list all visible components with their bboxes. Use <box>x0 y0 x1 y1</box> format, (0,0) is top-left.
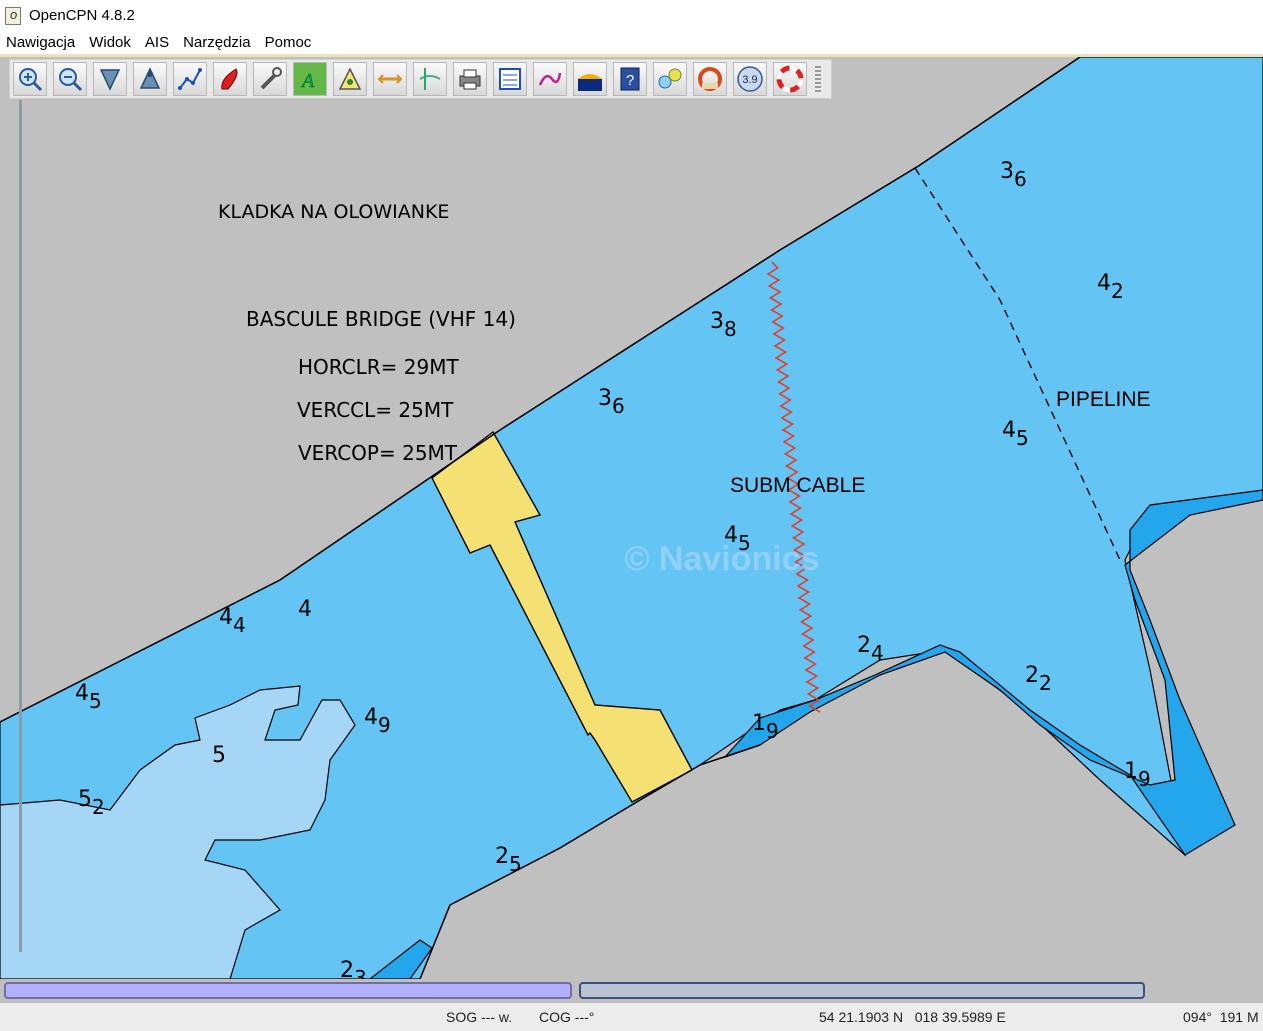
boat-icon <box>221 68 238 90</box>
label-verccl: VERCCL= 25MT <box>297 398 454 422</box>
route-manager-icon <box>499 68 521 90</box>
text-button[interactable]: A <box>293 62 327 96</box>
menu-narzedzia[interactable]: Narzędzia <box>183 34 251 51</box>
mob-icon <box>698 67 722 91</box>
route-icon <box>178 68 202 90</box>
label-subm-cable: SUBM CABLE <box>730 474 865 497</box>
svg-text:?: ? <box>626 72 634 89</box>
route-manager-button[interactable] <box>493 62 527 96</box>
status-position: 54 21.1903 N 018 39.5989 E <box>819 1009 1006 1025</box>
toolbar-grip[interactable] <box>815 66 821 92</box>
lifebuoy-button[interactable] <box>773 62 807 96</box>
svg-text:3.9: 3.9 <box>742 74 757 86</box>
scale-down-button[interactable] <box>93 62 127 96</box>
print-button[interactable] <box>453 62 487 96</box>
settings-button[interactable] <box>253 62 287 96</box>
mob-button[interactable] <box>693 62 727 96</box>
print-icon <box>459 69 481 90</box>
app-icon <box>3 5 23 25</box>
depth-sounding: 4 <box>298 597 312 622</box>
menu-widok[interactable]: Widok <box>89 34 131 51</box>
label-pipeline: PIPELINE <box>1056 388 1151 411</box>
measure-button[interactable] <box>413 62 447 96</box>
scale-up-icon <box>139 67 161 89</box>
tides-button[interactable] <box>333 62 367 96</box>
status-sog: SOG --- w. <box>446 1009 513 1025</box>
status-bearing: 094° 191 M <box>1183 1009 1259 1025</box>
zoom-out-button[interactable] <box>53 62 87 96</box>
follow-boat-button[interactable] <box>213 62 247 96</box>
piano-key-chart-1[interactable] <box>4 982 572 999</box>
lifebuoy-icon <box>776 65 804 93</box>
window-title: OpenCPN 4.8.2 <box>29 6 135 24</box>
menu-pomoc[interactable]: Pomoc <box>265 34 312 51</box>
zoom-level-button[interactable]: 3.9 <box>733 62 767 96</box>
settings-icon <box>260 67 282 90</box>
label-bascule: BASCULE BRIDGE (VHF 14) <box>246 307 516 331</box>
tides-icon <box>338 67 362 90</box>
main-toolbar: A ? 3.9 <box>9 59 832 99</box>
label-kladka: KLADKA NA OLOWIANKE <box>218 201 449 223</box>
ais-button[interactable] <box>573 62 607 96</box>
menu-ais[interactable]: AIS <box>145 34 169 51</box>
scale-down-icon <box>99 69 121 91</box>
menu-bar: Nawigacja Widok AIS Narzędzia Pomoc <box>0 30 1263 54</box>
chart-canvas[interactable]: © Navionics KLADKA NA OLOWIANKE BASCULE … <box>0 57 1263 979</box>
help-button[interactable]: ? <box>613 62 647 96</box>
zoom-in-button[interactable] <box>13 62 47 96</box>
svg-text:A: A <box>300 70 315 92</box>
zoom-out-icon <box>59 68 83 92</box>
status-bar: SOG --- w. COG ---° 54 21.1903 N 018 39.… <box>0 1003 1263 1031</box>
dashboard-icon <box>377 74 403 84</box>
measure-icon <box>419 68 441 90</box>
status-cog: COG ---° <box>539 1009 595 1025</box>
nautical-chart[interactable]: © Navionics KLADKA NA OLOWIANKE BASCULE … <box>0 57 1263 979</box>
track-button[interactable] <box>533 62 567 96</box>
title-bar: OpenCPN 4.8.2 <box>0 0 1263 30</box>
menu-nawigacja[interactable]: Nawigacja <box>6 34 75 51</box>
chart-info-icon <box>658 68 682 89</box>
depth-sounding: 5 <box>212 743 226 768</box>
chart-piano-bar <box>0 979 1263 1003</box>
route-button[interactable] <box>173 62 207 96</box>
label-vercop: VERCOP= 25MT <box>298 441 458 465</box>
navionics-watermark: © Navionics <box>624 540 819 578</box>
ais-icon <box>578 74 602 91</box>
label-horclr: HORCLR= 29MT <box>298 355 460 379</box>
text-icon: A <box>300 70 316 93</box>
piano-key-chart-2[interactable] <box>579 982 1145 999</box>
scale-up-button[interactable] <box>133 62 167 96</box>
chart-info-button[interactable] <box>653 62 687 96</box>
chart-quilt-slider[interactable] <box>19 100 22 952</box>
zoom-level-icon: 3.9 <box>737 66 763 92</box>
help-icon: ? <box>620 67 640 91</box>
track-icon <box>538 72 562 86</box>
zoom-in-icon <box>19 68 43 92</box>
dashboard-button[interactable] <box>373 62 407 96</box>
